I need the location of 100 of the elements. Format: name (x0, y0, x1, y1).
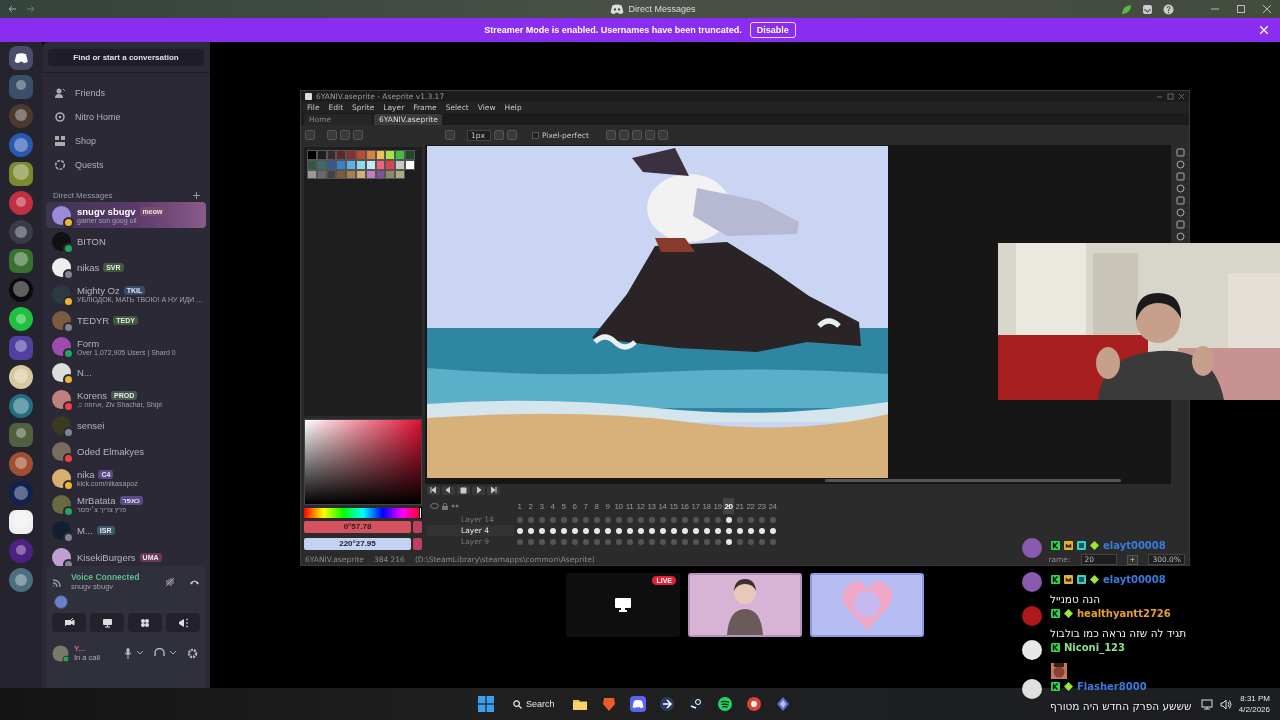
close-icon[interactable] (1262, 4, 1272, 14)
dm-item[interactable]: sensei (46, 412, 206, 439)
activities-button[interactable] (128, 613, 162, 632)
color-swatch[interactable] (385, 169, 396, 180)
color-swatch[interactable] (336, 169, 347, 180)
network-icon[interactable] (1200, 698, 1213, 710)
color-swatch[interactable] (307, 169, 317, 180)
color-picker[interactable] (304, 419, 422, 505)
color-swatch[interactable] (365, 159, 376, 170)
maximize-icon[interactable] (1236, 4, 1246, 14)
browser-icon[interactable] (746, 696, 762, 712)
nav-item[interactable]: Quests (48, 153, 204, 177)
frame-header[interactable]: 23 (756, 498, 767, 514)
forward-arrow-icon[interactable] (26, 5, 35, 13)
first-frame-icon[interactable] (427, 486, 440, 495)
inbox-icon[interactable] (1142, 3, 1153, 15)
participant-tile[interactable] (688, 573, 802, 637)
color-swatch[interactable] (346, 169, 356, 180)
headphones-icon[interactable] (154, 648, 165, 658)
frame-header[interactable]: 22 (745, 498, 756, 514)
server-icon[interactable] (9, 568, 33, 592)
frame-header[interactable]: 8 (591, 498, 602, 514)
hue-slider-thumb[interactable] (418, 507, 422, 519)
frame-header[interactable]: 17 (690, 498, 701, 514)
frame-header[interactable]: 11 (624, 498, 635, 514)
color-swatch[interactable] (336, 159, 347, 170)
frame-header[interactable]: 3 (536, 498, 547, 514)
frame-header[interactable]: 7 (580, 498, 591, 514)
settings-icon[interactable] (187, 647, 198, 659)
color-swatch[interactable] (346, 159, 356, 170)
soundboard-button[interactable] (166, 613, 200, 632)
home-button[interactable] (9, 46, 33, 70)
stop-icon[interactable] (457, 486, 470, 495)
help-icon[interactable] (1163, 3, 1174, 15)
app-icon[interactable] (659, 696, 675, 712)
frame-header[interactable]: 12 (635, 498, 646, 514)
scrollbar[interactable] (825, 479, 1121, 482)
server-icon[interactable] (9, 365, 33, 389)
diamond-icon[interactable] (775, 696, 791, 712)
color-swatch[interactable] (385, 150, 396, 160)
nav-item[interactable]: Friends (48, 81, 204, 105)
color-swatch[interactable] (356, 159, 366, 170)
microphone-icon[interactable] (124, 647, 132, 659)
close-icon[interactable] (1178, 93, 1185, 100)
color-swatch[interactable] (395, 169, 405, 180)
speaker-icon[interactable] (1219, 698, 1232, 710)
leaf-icon[interactable] (1121, 3, 1132, 15)
frame-header[interactable]: 15 (668, 498, 679, 514)
color-swatch[interactable] (375, 150, 386, 160)
frame-header[interactable]: 16 (679, 498, 690, 514)
nav-item[interactable]: Shop (48, 129, 204, 153)
noise-suppression-icon[interactable] (165, 576, 175, 587)
color-swatch[interactable] (356, 169, 366, 180)
steam-icon[interactable] (688, 696, 704, 712)
foreground-color-field[interactable]: 0°57.78 (304, 521, 411, 533)
color-swatch[interactable] (404, 150, 415, 160)
color-swatch[interactable] (307, 150, 317, 160)
server-icon[interactable] (9, 307, 33, 331)
frame-header[interactable]: 4 (547, 498, 558, 514)
back-arrow-icon[interactable] (8, 5, 17, 13)
frame-header[interactable]: 13 (646, 498, 657, 514)
frame-header[interactable]: 21 (734, 498, 745, 514)
frame-header[interactable]: 10 (613, 498, 624, 514)
search-field[interactable]: Find or start a conversation (48, 49, 204, 66)
search-button[interactable]: Search (507, 693, 557, 715)
color-swatch[interactable] (326, 159, 337, 170)
color-swatch[interactable] (316, 169, 327, 180)
color-swatch[interactable] (356, 150, 366, 160)
frame-header[interactable]: 5 (558, 498, 569, 514)
windows-logo-icon[interactable] (478, 696, 494, 712)
color-swatch[interactable] (307, 159, 317, 170)
color-swatch[interactable] (316, 150, 327, 160)
add-icon[interactable] (193, 192, 200, 199)
frame-header[interactable]: 19 (712, 498, 723, 514)
last-frame-icon[interactable] (487, 486, 500, 495)
caret-icon[interactable] (137, 651, 143, 655)
color-swatch[interactable] (365, 150, 376, 160)
color-swatch[interactable] (365, 169, 376, 180)
disconnect-icon[interactable] (189, 578, 200, 585)
background-color-field[interactable]: 220°27.95 (304, 538, 411, 550)
nav-item[interactable]: Nitro Home (48, 105, 204, 129)
color-swatch[interactable] (395, 150, 405, 160)
server-icon[interactable] (9, 510, 33, 534)
color-swatch[interactable] (336, 150, 347, 160)
color-swatch[interactable] (326, 169, 337, 180)
disable-button[interactable]: Disable (749, 22, 796, 38)
dm-item[interactable]: N... (46, 359, 206, 387)
next-frame-icon[interactable] (472, 486, 485, 495)
spotify-icon[interactable] (717, 696, 733, 712)
screen-share-button[interactable] (90, 613, 124, 632)
color-swatch[interactable] (385, 159, 396, 170)
dm-item[interactable]: Oded Elmakyes (46, 438, 206, 465)
camera-button[interactable] (52, 613, 86, 632)
frame-header[interactable]: 9 (602, 498, 613, 514)
dm-item[interactable]: BITON (46, 228, 206, 255)
color-swatch[interactable] (395, 159, 405, 170)
color-swatch[interactable] (404, 159, 415, 170)
frame-header[interactable]: 2 (525, 498, 536, 514)
frame-header[interactable]: 14 (657, 498, 668, 514)
server-icon[interactable] (9, 162, 33, 186)
